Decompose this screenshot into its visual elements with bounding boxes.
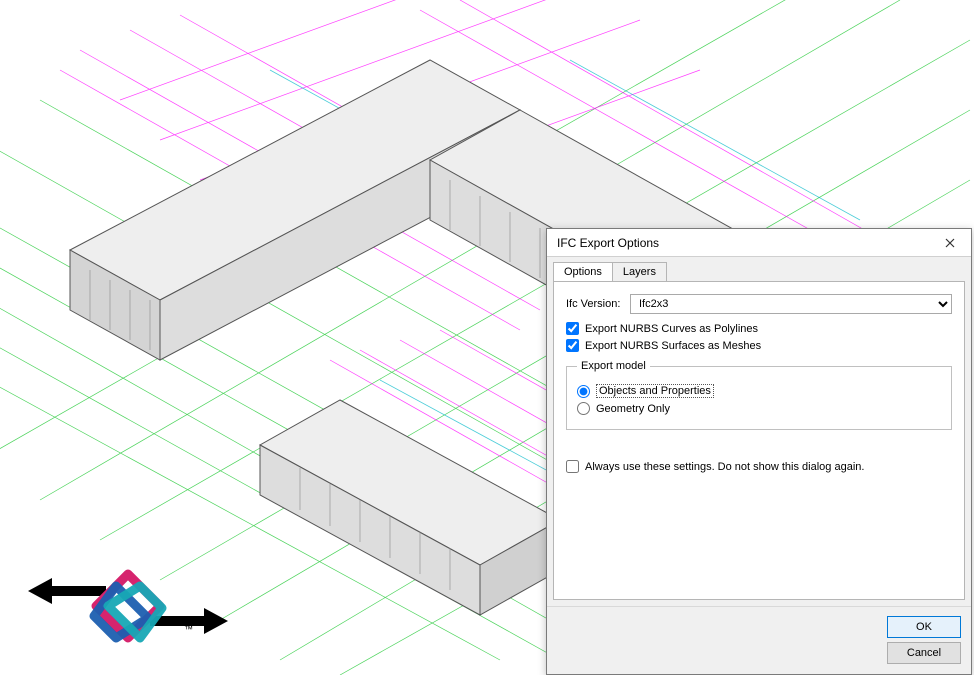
export-model-group: Export model Objects and Properties Geom… (566, 360, 952, 430)
checkbox-always-use[interactable]: Always use these settings. Do not show t… (566, 460, 952, 473)
dialog-title: IFC Export Options (557, 236, 659, 250)
ok-button[interactable]: OK (887, 616, 961, 638)
checkbox-nurbs-curves-input[interactable] (566, 322, 579, 335)
close-icon[interactable] (935, 232, 965, 254)
checkbox-nurbs-surfaces-label: Export NURBS Surfaces as Meshes (585, 340, 761, 352)
tab-layers[interactable]: Layers (612, 262, 667, 281)
checkbox-nurbs-surfaces-input[interactable] (566, 339, 579, 352)
checkbox-nurbs-surfaces[interactable]: Export NURBS Surfaces as Meshes (566, 339, 952, 352)
tabs-row: Options Layers (547, 257, 971, 281)
checkbox-always-use-input[interactable] (566, 460, 579, 473)
dialog-button-bar: OK Cancel (547, 606, 971, 674)
svg-text:™: ™ (184, 624, 193, 634)
radio-geometry-only-input[interactable] (577, 402, 590, 415)
radio-geometry-only[interactable]: Geometry Only (577, 402, 941, 415)
radio-objects-properties-input[interactable] (577, 385, 590, 398)
radio-geometry-only-label: Geometry Only (596, 403, 670, 415)
tab-options-body: Ifc Version: Ifc2x3 Export NURBS Curves … (553, 281, 965, 600)
checkbox-nurbs-curves[interactable]: Export NURBS Curves as Polylines (566, 322, 952, 335)
ifc-version-select[interactable]: Ifc2x3 (630, 294, 952, 314)
checkbox-nurbs-curves-label: Export NURBS Curves as Polylines (585, 323, 758, 335)
export-model-legend: Export model (577, 360, 650, 372)
radio-objects-properties-label: Objects and Properties (596, 384, 714, 398)
cancel-button[interactable]: Cancel (887, 642, 961, 664)
ifc-export-options-dialog: IFC Export Options Options Layers Ifc Ve… (546, 228, 972, 675)
ifc-version-label: Ifc Version: (566, 298, 630, 310)
tab-options[interactable]: Options (553, 262, 613, 281)
ifc-logo: ™ (28, 566, 228, 646)
dialog-titlebar[interactable]: IFC Export Options (547, 229, 971, 257)
radio-objects-properties[interactable]: Objects and Properties (577, 384, 941, 398)
checkbox-always-use-label: Always use these settings. Do not show t… (585, 461, 864, 473)
